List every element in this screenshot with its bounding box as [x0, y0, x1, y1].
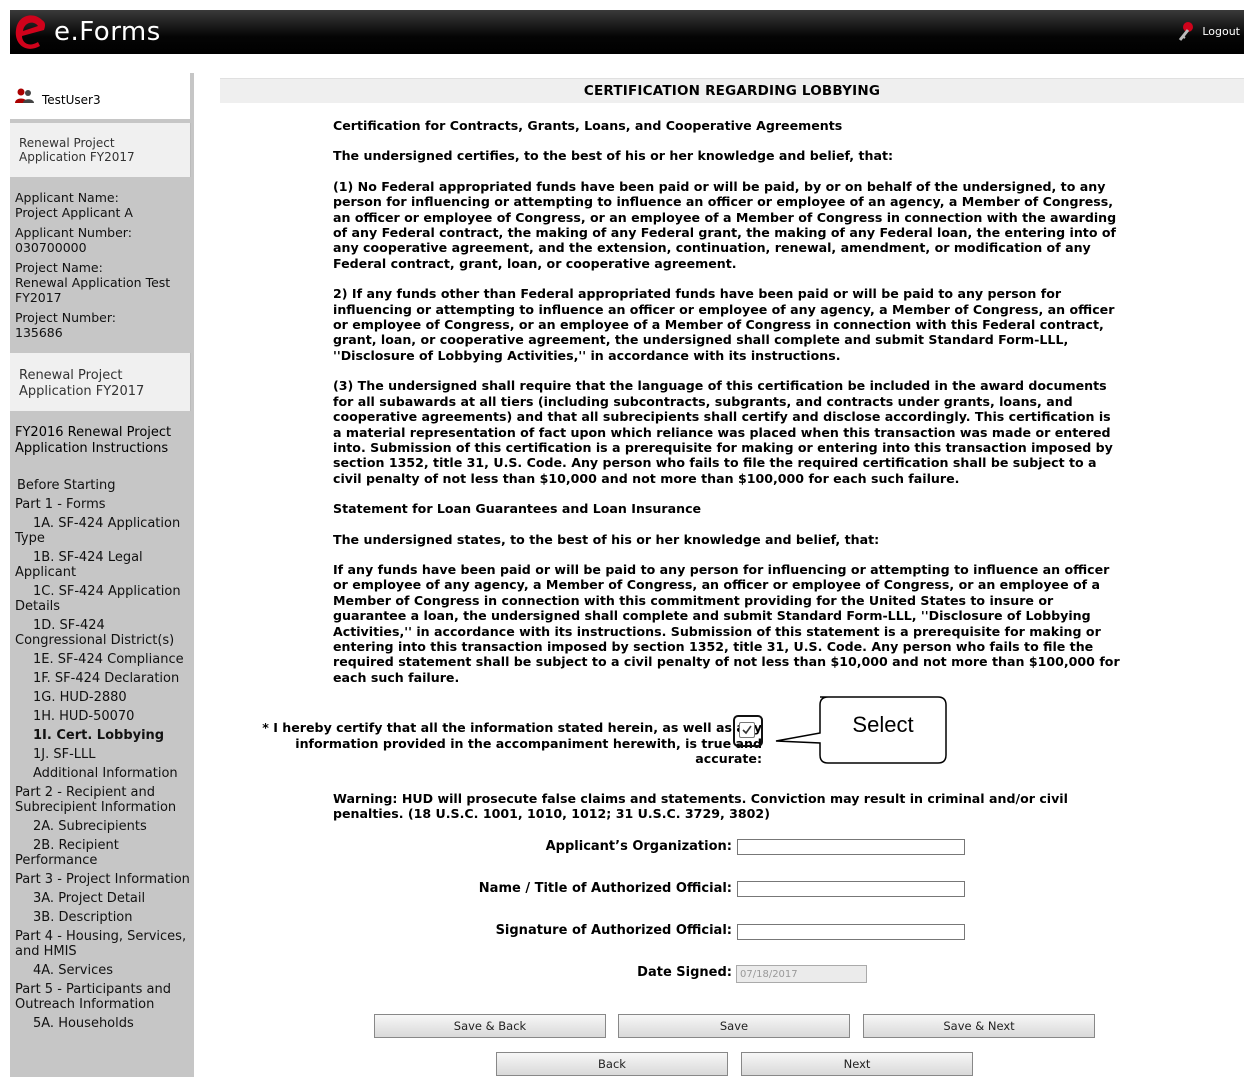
nav-part-5[interactable]: Part 5 - Participants and Outreach Infor…: [15, 982, 193, 1012]
nav-4a[interactable]: 4A. Services: [15, 963, 193, 978]
back-button[interactable]: Back: [496, 1052, 728, 1076]
date-signed-field: 07/18/2017: [736, 965, 867, 983]
warning-text: Warning: HUD will prosecute false claims…: [333, 791, 1068, 822]
nav-5a[interactable]: 5A. Households: [15, 1016, 193, 1031]
logout-button[interactable]: Logout: [1176, 20, 1240, 42]
user-panel: TestUser3: [10, 73, 194, 119]
nav-1g[interactable]: 1G. HUD-2880: [15, 690, 193, 705]
nav-1c[interactable]: 1C. SF-424 Application Details: [15, 584, 193, 614]
nav-before-starting[interactable]: Before Starting: [15, 478, 193, 493]
nav-part-2[interactable]: Part 2 - Recipient and Subrecipient Info…: [15, 785, 193, 815]
nav-1f[interactable]: 1F. SF-424 Declaration: [15, 671, 193, 686]
signature-label: Signature of Authorized Official:: [495, 923, 732, 938]
app-logo-text: e.Forms: [54, 17, 161, 47]
checkmark-icon: [742, 725, 752, 735]
page-title: CERTIFICATION REGARDING LOBBYING: [220, 78, 1244, 103]
org-label: Applicant’s Organization:: [545, 839, 732, 854]
top-bar: e.Forms Logout: [0, 0, 1244, 58]
official-name-input[interactable]: [737, 881, 965, 897]
logout-icon: [1179, 22, 1194, 41]
nav-1i-active[interactable]: 1I. Cert. Lobbying: [15, 728, 193, 743]
official-name-label: Name / Title of Authorized Official:: [478, 881, 732, 896]
users-icon: [15, 88, 34, 103]
application-title: Renewal Project Application FY2017: [19, 136, 135, 164]
nav-3b[interactable]: 3B. Description: [15, 910, 193, 925]
nav-2a[interactable]: 2A. Subrecipients: [15, 819, 193, 834]
org-input[interactable]: [737, 839, 965, 855]
info-applicant-number: Applicant Number: 030700000: [15, 225, 132, 255]
info-project-number: Project Number: 135686: [15, 310, 116, 340]
paragraph-intro: The undersigned certifies, to the best o…: [333, 148, 893, 164]
save-button[interactable]: Save: [618, 1014, 850, 1038]
instructions-link[interactable]: FY2016 Renewal Project Application Instr…: [15, 425, 191, 457]
paragraph-loan: If any funds have been paid or will be p…: [333, 561, 1120, 685]
signature-input[interactable]: [737, 924, 965, 940]
sidebar-nav: Before Starting Part 1 - Forms 1A. SF-42…: [15, 478, 193, 1035]
application-title-box: Renewal Project Application FY2017: [10, 123, 191, 177]
nav-1e[interactable]: 1E. SF-424 Compliance: [15, 652, 193, 667]
heading-contracts: Certification for Contracts, Grants, Loa…: [333, 118, 843, 133]
username: TestUser3: [42, 93, 101, 107]
nav-1a[interactable]: 1A. SF-424 Application Type: [15, 516, 193, 546]
certification-text: Certification for Contracts, Grants, Loa…: [333, 118, 1123, 685]
application-link-box[interactable]: Renewal Project Application FY2017: [10, 353, 191, 411]
next-button[interactable]: Next: [741, 1052, 973, 1076]
main-content: CERTIFICATION REGARDING LOBBYING Certifi…: [220, 78, 1244, 1077]
nav-part-4[interactable]: Part 4 - Housing, Services, and HMIS: [15, 929, 193, 959]
paragraph-3: (3) The undersigned shall require that t…: [333, 378, 1113, 486]
nav-part-1[interactable]: Part 1 - Forms: [15, 497, 193, 512]
application-link[interactable]: Renewal Project Application FY2017: [19, 368, 179, 400]
info-project-name: Project Name: Renewal Application Test FY…: [15, 260, 171, 305]
info-applicant-name: Applicant Name: Project Applicant A: [15, 190, 133, 220]
paragraph-1: (1) No Federal appropriated funds have b…: [333, 178, 1117, 271]
date-label: Date Signed:: [637, 965, 732, 980]
nav-2b[interactable]: 2B. Recipient Performance: [15, 838, 193, 868]
paragraph-loan-intro: The undersigned states, to the best of h…: [333, 531, 880, 547]
nav-3a[interactable]: 3A. Project Detail: [15, 891, 193, 906]
nav-part-3[interactable]: Part 3 - Project Information: [15, 872, 193, 887]
header-bar: [10, 10, 1244, 54]
nav-1h[interactable]: 1H. HUD-50070: [15, 709, 193, 724]
logout-label: Logout: [1202, 24, 1240, 38]
save-back-button[interactable]: Save & Back: [374, 1014, 606, 1038]
applicant-info: Applicant Name: Project Applicant A Appli…: [15, 190, 191, 345]
nav-additional-information[interactable]: Additional Information: [15, 766, 193, 781]
certify-statement: * I hereby certify that all the informat…: [262, 720, 762, 766]
sidebar: TestUser3 Renewal Project Application FY…: [10, 73, 194, 1077]
eforms-logo-icon: [15, 15, 46, 49]
nav-1j[interactable]: 1J. SF-LLL: [15, 747, 193, 762]
certify-checkbox[interactable]: [739, 722, 755, 738]
save-next-button[interactable]: Save & Next: [863, 1014, 1095, 1038]
nav-1b[interactable]: 1B. SF-424 Legal Applicant: [15, 550, 193, 580]
paragraph-2: 2) If any funds other than Federal appro…: [333, 286, 1115, 363]
callout-text: Select: [852, 712, 914, 737]
heading-loan: Statement for Loan Guarantees and Loan I…: [333, 501, 702, 517]
nav-1d[interactable]: 1D. SF-424 Congressional District(s): [15, 618, 193, 648]
